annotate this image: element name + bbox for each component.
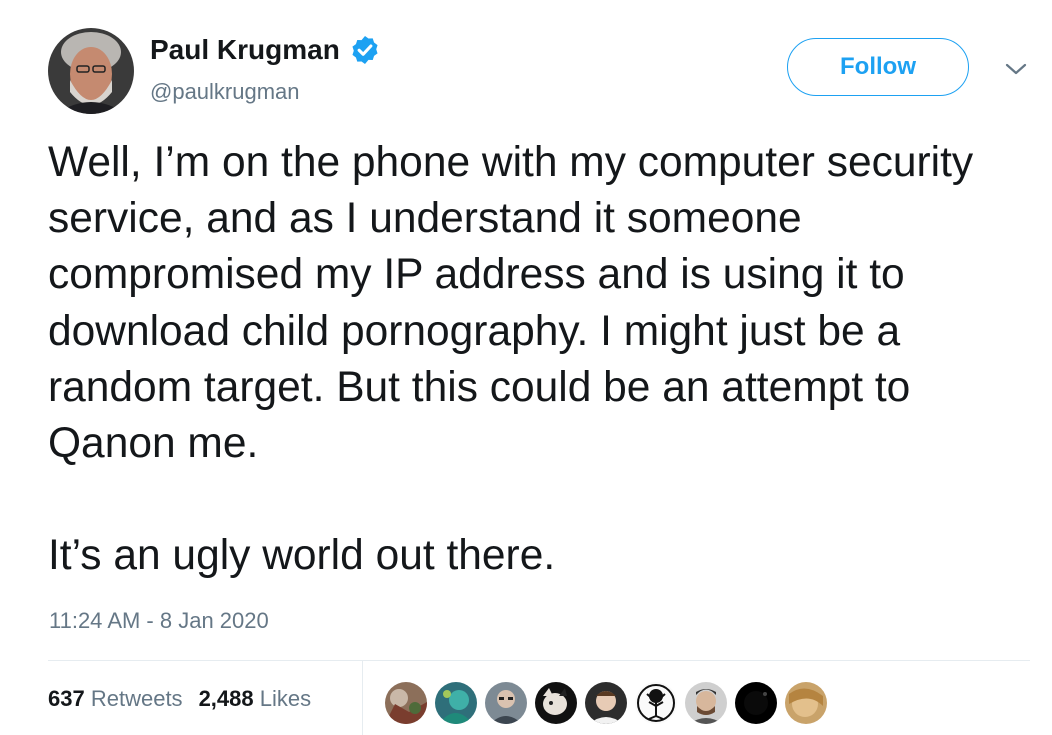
likes-count: 2,488 xyxy=(198,686,254,711)
tweet-timestamp[interactable]: 11:24 AM - 8 Jan 2020 xyxy=(49,608,269,634)
author-name-row: Paul Krugman xyxy=(150,34,381,66)
likes-label: Likes xyxy=(259,686,312,711)
chevron-down-icon[interactable] xyxy=(1004,60,1028,78)
liker-avatar[interactable] xyxy=(585,682,627,724)
divider xyxy=(48,660,1030,661)
liker-avatar[interactable] xyxy=(385,682,427,724)
author-handle[interactable]: @paulkrugman xyxy=(150,79,300,105)
liker-avatar[interactable] xyxy=(535,682,577,724)
liker-avatar[interactable] xyxy=(635,682,677,724)
liker-avatar[interactable] xyxy=(485,682,527,724)
verified-badge-icon xyxy=(352,36,378,64)
tweet-stats: 637 Retweets 2,488 Likes xyxy=(48,686,311,712)
follow-button[interactable]: Follow xyxy=(787,38,969,96)
likers-avatars xyxy=(385,682,835,724)
liker-avatar[interactable] xyxy=(685,682,727,724)
tweet-paragraph: Well, I’m on the phone with my computer … xyxy=(48,139,974,468)
liker-avatar[interactable] xyxy=(735,682,777,724)
retweets-label: Retweets xyxy=(90,686,183,711)
author-name[interactable]: Paul Krugman xyxy=(150,34,340,66)
tweet-text: Well, I’m on the phone with my computer … xyxy=(48,135,1038,585)
liker-avatar[interactable] xyxy=(435,682,477,724)
tweet-paragraph: It’s an ugly world out there. xyxy=(48,532,556,580)
liker-avatar[interactable] xyxy=(785,682,827,724)
likes-stat[interactable]: 2,488 Likes xyxy=(199,686,312,711)
retweets-stat[interactable]: 637 Retweets xyxy=(48,686,183,711)
stats-divider xyxy=(362,660,363,735)
retweets-count: 637 xyxy=(48,686,85,711)
author-avatar[interactable] xyxy=(48,28,134,114)
